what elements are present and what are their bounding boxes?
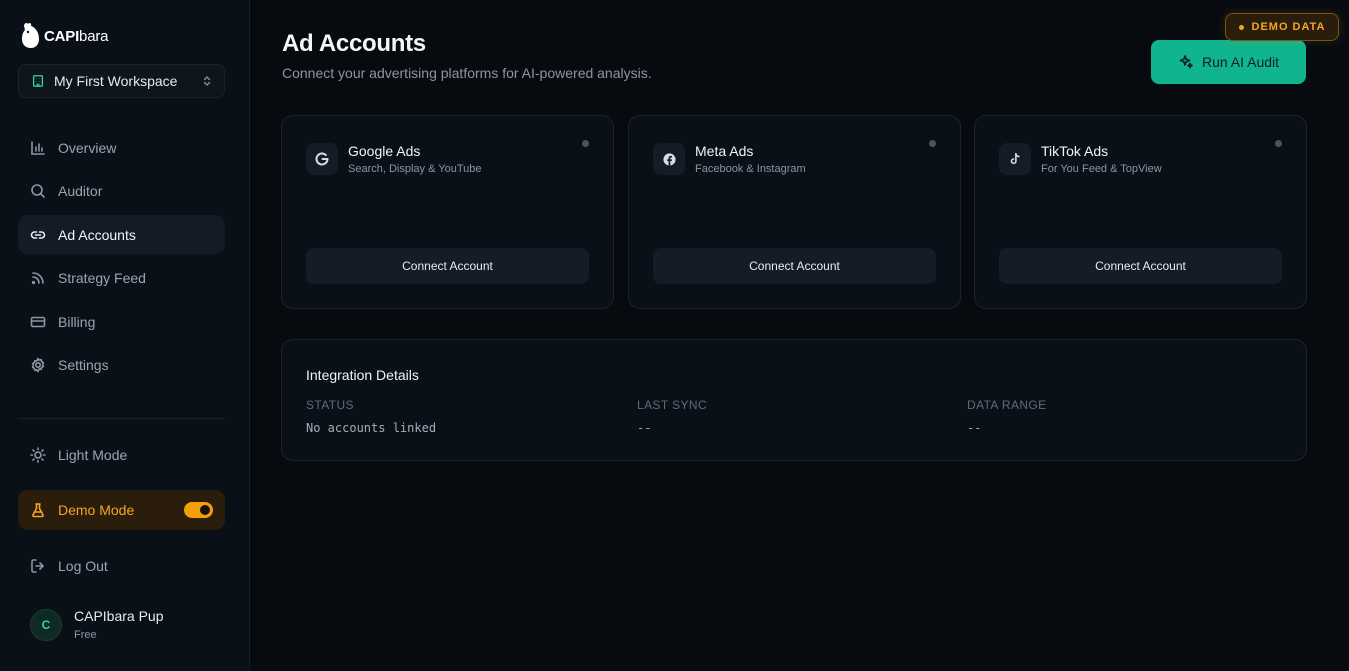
sidebar-item-overview[interactable]: Overview xyxy=(18,128,225,167)
demo-mode-row[interactable]: Demo Mode xyxy=(18,490,225,530)
sun-icon xyxy=(30,446,46,463)
google-icon xyxy=(306,143,338,175)
integration-details-title: Integration Details xyxy=(306,367,419,383)
avatar: C xyxy=(30,609,62,641)
sidebar-item-label: Settings xyxy=(58,357,109,373)
chevron-up-down-icon xyxy=(203,76,211,86)
page-title: Ad Accounts xyxy=(282,30,426,57)
page-subtitle: Connect your advertising platforms for A… xyxy=(282,65,652,81)
log-out-label: Log Out xyxy=(58,557,108,574)
connect-tiktok-ads-button[interactable]: Connect Account xyxy=(999,248,1282,284)
bar-chart-icon xyxy=(31,140,45,155)
run-ai-audit-button[interactable]: Run AI Audit xyxy=(1151,40,1306,84)
detail-status: STATUS No accounts linked xyxy=(306,398,436,435)
user-plan: Free xyxy=(74,629,97,641)
connect-google-ads-button[interactable]: Connect Account xyxy=(306,248,589,284)
user-profile[interactable]: C CAPIbara Pup Free xyxy=(30,607,164,643)
user-info: CAPIbara Pup Free xyxy=(74,607,164,643)
platform-name: Meta Ads xyxy=(695,143,754,159)
sidebar-item-label: Billing xyxy=(58,313,96,330)
log-out-button[interactable]: Log Out xyxy=(18,546,225,585)
facebook-icon xyxy=(653,143,685,175)
detail-label: DATA RANGE xyxy=(967,398,1047,412)
credit-card-icon xyxy=(30,316,46,327)
sidebar-item-auditor[interactable]: Auditor xyxy=(18,172,225,211)
connection-status-dot xyxy=(582,140,589,147)
rss-icon xyxy=(31,272,44,285)
detail-last-sync: LAST SYNC -- xyxy=(637,398,707,435)
connect-meta-ads-button[interactable]: Connect Account xyxy=(653,248,936,284)
sidebar-item-label: Strategy Feed xyxy=(58,270,146,286)
app-root: CAPIbara My First Workspace Overview Aud… xyxy=(0,0,1349,671)
sidebar-item-settings[interactable]: Settings xyxy=(18,346,225,385)
sidebar-item-billing[interactable]: Billing xyxy=(18,302,225,341)
sidebar-item-ad-accounts[interactable]: Ad Accounts xyxy=(18,215,225,254)
sidebar-item-label: Ad Accounts xyxy=(58,226,136,243)
workspace-name: My First Workspace xyxy=(54,73,178,89)
sidebar-item-label: Overview xyxy=(58,139,117,156)
user-name: CAPIbara Pup xyxy=(74,608,164,624)
tiktok-icon xyxy=(999,143,1031,175)
sidebar: CAPIbara My First Workspace Overview Aud… xyxy=(0,0,250,671)
flask-icon xyxy=(32,503,44,518)
detail-label: STATUS xyxy=(306,398,354,412)
connection-status-dot xyxy=(929,140,936,147)
detail-value: -- xyxy=(637,421,652,435)
run-ai-audit-label: Run AI Audit xyxy=(1201,54,1280,70)
platform-description: For You Feed & TopView xyxy=(1041,163,1162,175)
platform-name: TikTok Ads xyxy=(1041,143,1109,159)
sidebar-divider xyxy=(18,418,225,419)
sidebar-item-label: Auditor xyxy=(58,183,103,199)
detail-data-range: DATA RANGE -- xyxy=(967,398,1047,435)
light-mode-toggle[interactable]: Light Mode xyxy=(18,435,225,474)
platform-description: Facebook & Instagram xyxy=(695,163,806,175)
gear-icon xyxy=(31,357,45,373)
sparkles-icon xyxy=(1179,55,1193,69)
demo-data-badge: DEMO DATA xyxy=(1225,13,1339,41)
search-icon xyxy=(31,184,45,198)
demo-mode-label: Demo Mode xyxy=(58,502,135,518)
capybara-logo-icon xyxy=(22,22,39,48)
toggle-knob xyxy=(200,505,210,515)
platform-card-meta-ads: Meta Ads Facebook & Instagram Connect Ac… xyxy=(628,115,961,309)
platform-card-google-ads: Google Ads Search, Display & YouTube Con… xyxy=(281,115,614,309)
badge-dot xyxy=(1238,24,1244,30)
detail-value: -- xyxy=(967,421,982,435)
logo-text: CAPIbara xyxy=(44,27,109,45)
integration-details-panel: Integration Details STATUS No accounts l… xyxy=(281,339,1307,461)
connection-status-dot xyxy=(1275,140,1282,147)
platform-name: Google Ads xyxy=(348,143,421,159)
log-out-icon xyxy=(31,558,44,573)
light-mode-label: Light Mode xyxy=(58,446,128,463)
sidebar-item-strategy-feed[interactable]: Strategy Feed xyxy=(18,259,225,298)
workspace-selector[interactable]: My First Workspace xyxy=(18,64,225,98)
demo-mode-switch[interactable] xyxy=(184,502,213,518)
platform-card-tiktok-ads: TikTok Ads For You Feed & TopView Connec… xyxy=(974,115,1307,309)
sidebar-nav: Overview Auditor Ad Accounts Strategy Fe… xyxy=(18,128,225,389)
demo-data-label: DEMO DATA xyxy=(1251,21,1326,33)
detail-label: LAST SYNC xyxy=(637,398,708,412)
logo[interactable]: CAPIbara xyxy=(20,20,108,52)
detail-value: No accounts linked xyxy=(306,421,437,435)
link-icon xyxy=(30,230,46,239)
platform-description: Search, Display & YouTube xyxy=(348,163,482,175)
building-icon xyxy=(32,75,44,87)
